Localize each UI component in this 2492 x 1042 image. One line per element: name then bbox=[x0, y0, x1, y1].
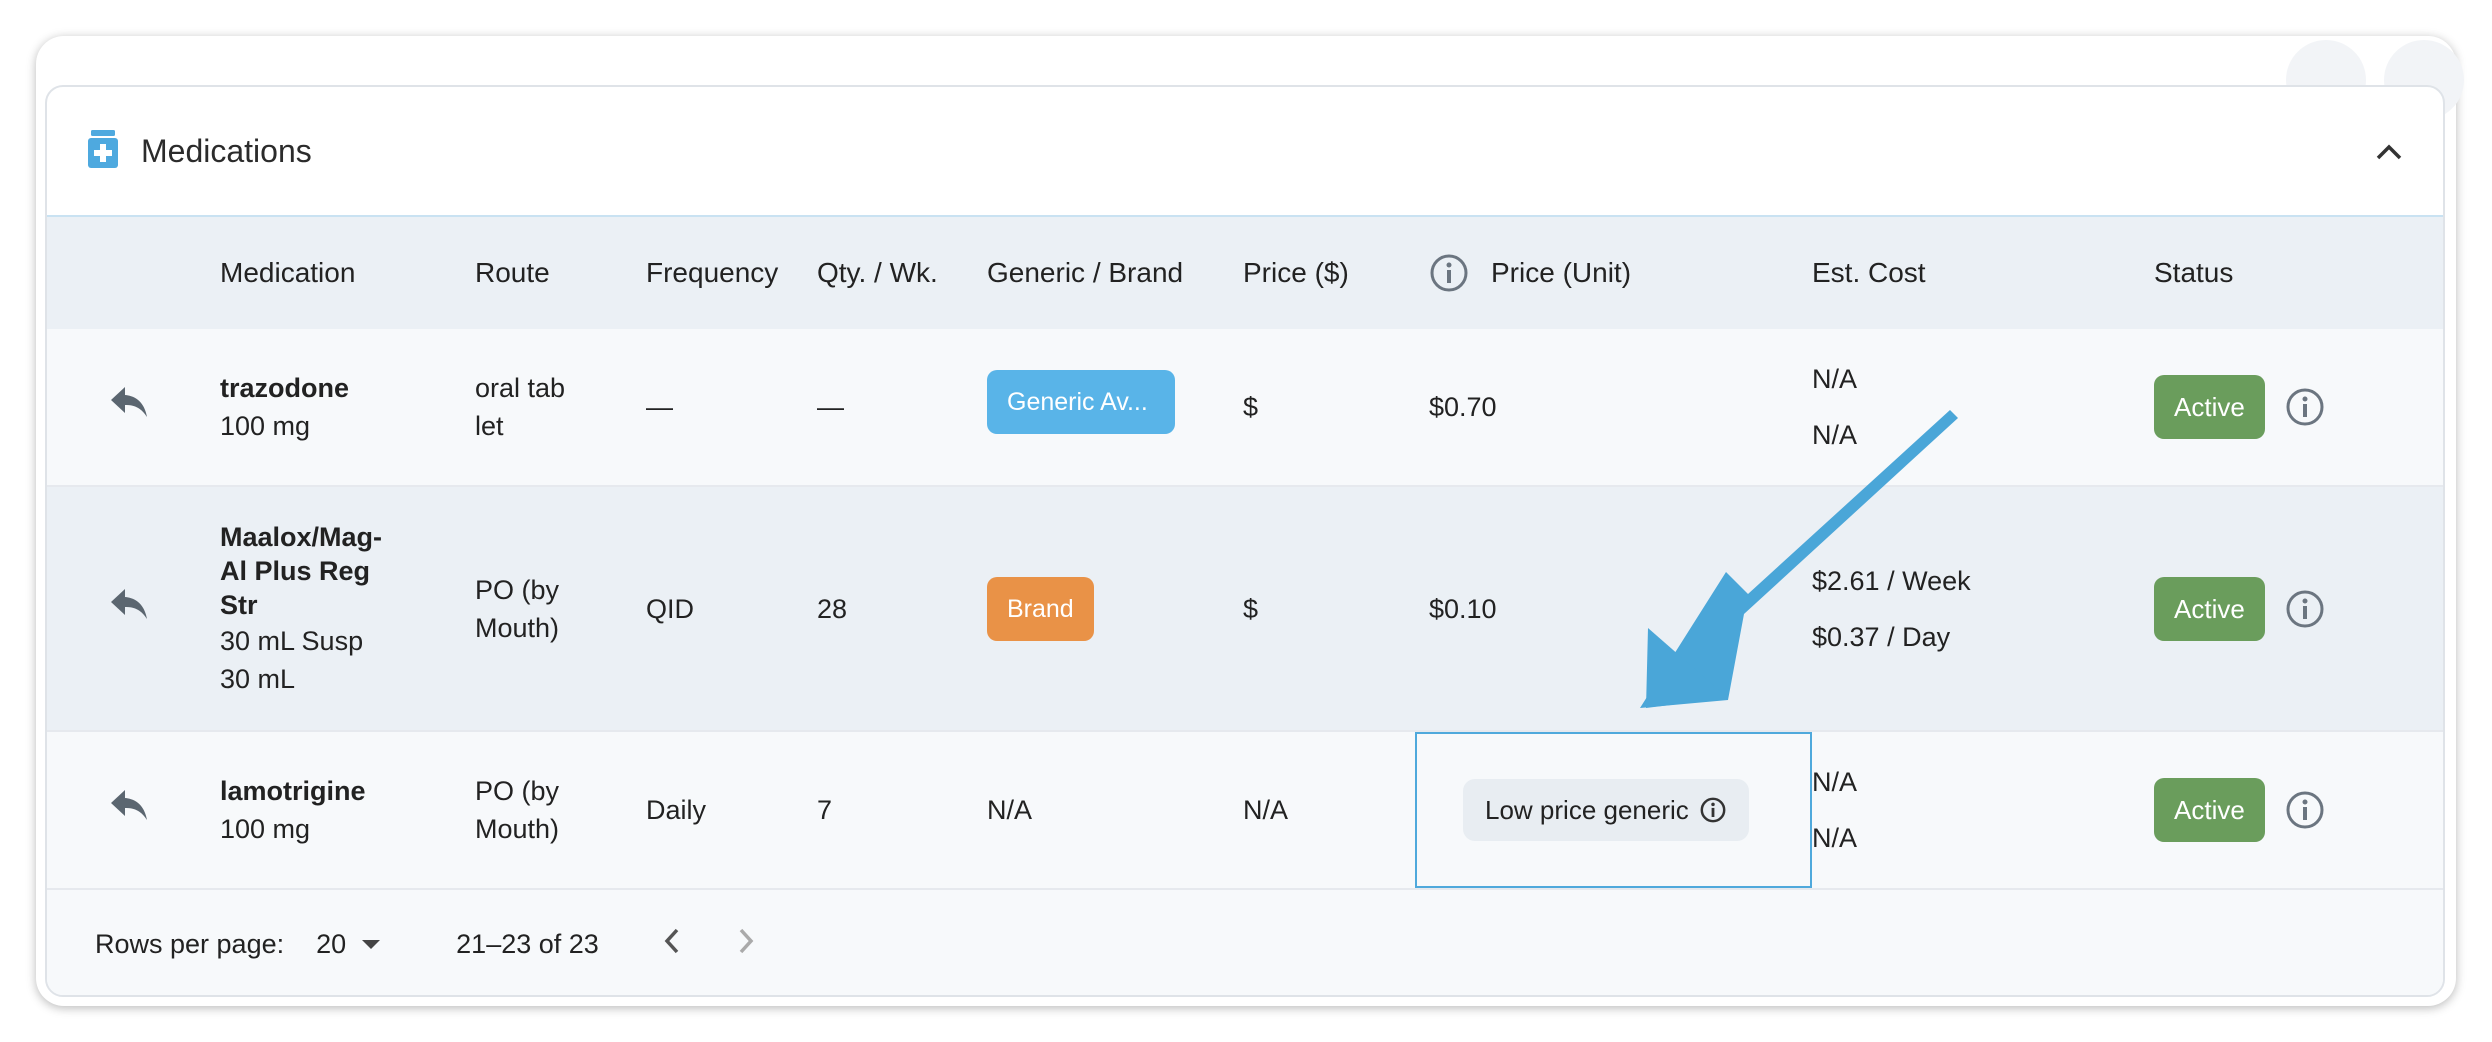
info-circle-icon bbox=[2286, 388, 2324, 426]
chevron-left-icon bbox=[664, 928, 679, 953]
medication-dose: 30 mL bbox=[220, 663, 296, 694]
medication-cell: lamotrigine 100 mg bbox=[220, 731, 475, 889]
row-info-button[interactable] bbox=[2285, 790, 2325, 830]
col-frequency[interactable]: Frequency bbox=[646, 217, 817, 329]
row-info-button[interactable] bbox=[2285, 589, 2325, 629]
price-unit-cell: $0.10 bbox=[1429, 593, 1497, 624]
collapse-button[interactable] bbox=[2369, 132, 2409, 172]
est-cost-cell: $2.61 / Week $0.37 / Day bbox=[1812, 565, 1971, 652]
status-cell: Active bbox=[2154, 329, 2443, 486]
col-qty[interactable]: Qty. / Wk. bbox=[817, 217, 987, 329]
qty-cell: 7 bbox=[817, 795, 833, 825]
card-header: Medications bbox=[47, 87, 2443, 217]
price-cell: $ bbox=[1243, 392, 1259, 422]
col-medication[interactable]: Medication bbox=[220, 217, 475, 329]
reply-arrow-icon[interactable] bbox=[109, 385, 149, 419]
medications-card: Medications Medication Route Frequency Q… bbox=[45, 85, 2445, 997]
table-row: trazodone 100 mg oral tab let — — Generi… bbox=[47, 329, 2443, 486]
low-price-generic-chip[interactable]: Low price generic bbox=[1463, 779, 1749, 841]
generic-brand-cell: Brand bbox=[987, 486, 1243, 731]
section-title: Medications bbox=[141, 132, 312, 169]
pagination-range: 21–23 of 23 bbox=[456, 928, 599, 959]
generic-brand-cell: N/A bbox=[987, 795, 1033, 825]
medications-table: Medication Route Frequency Qty. / Wk. Ge… bbox=[47, 217, 2443, 890]
est-cost-cell: N/A N/A bbox=[1812, 364, 1858, 450]
brand-badge[interactable]: Brand bbox=[987, 576, 1094, 641]
medication-dose: 100 mg bbox=[220, 411, 311, 441]
price-cell: $ bbox=[1243, 593, 1259, 624]
medication-cell: trazodone 100 mg bbox=[220, 329, 475, 486]
col-route[interactable]: Route bbox=[475, 217, 646, 329]
frequency-cell: Daily bbox=[646, 795, 707, 825]
qty-cell: 28 bbox=[817, 593, 848, 624]
col-price-unit[interactable]: Price (Unit) bbox=[1415, 217, 1812, 329]
table-row: lamotrigine 100 mg PO (by Mouth) Daily 7… bbox=[47, 731, 2443, 889]
prev-page-button[interactable] bbox=[661, 926, 683, 963]
col-price-unit-label: Price (Unit) bbox=[1491, 257, 1632, 288]
medication-dose: 100 mg bbox=[220, 814, 311, 844]
rows-per-page-select[interactable]: 20 bbox=[316, 929, 382, 960]
frequency-cell: — bbox=[646, 392, 673, 422]
caret-down-icon bbox=[362, 940, 381, 949]
col-generic-brand[interactable]: Generic / Brand bbox=[987, 217, 1243, 329]
medication-name: Maalox/Mag-Al Plus Reg Str bbox=[220, 521, 383, 620]
route-cell: PO (by Mouth) bbox=[475, 574, 560, 643]
info-circle-icon bbox=[2286, 791, 2324, 829]
est-cost-cell: N/A N/A bbox=[1812, 767, 1858, 853]
status-badge: Active bbox=[2154, 375, 2265, 439]
generic-brand-cell: Generic Av... bbox=[987, 329, 1243, 486]
medication-name: trazodone bbox=[220, 373, 350, 403]
route-cell: PO (by Mouth) bbox=[475, 776, 560, 844]
info-circle-icon bbox=[1700, 797, 1726, 823]
price-cell: N/A bbox=[1243, 795, 1289, 825]
medication-bottle-icon bbox=[87, 129, 119, 173]
info-circle-icon bbox=[2286, 590, 2324, 627]
table-header-row: Medication Route Frequency Qty. / Wk. Ge… bbox=[47, 217, 2443, 329]
table-row: Maalox/Mag-Al Plus Reg Str 30 mL Susp 30… bbox=[47, 486, 2443, 731]
qty-cell: — bbox=[817, 392, 844, 422]
status-cell: Active bbox=[2154, 486, 2443, 731]
medication-dose: 30 mL Susp bbox=[220, 625, 364, 656]
medication-name: lamotrigine bbox=[220, 776, 366, 806]
price-unit-cell: Low price generic bbox=[1415, 731, 1812, 889]
status-badge: Active bbox=[2154, 576, 2265, 641]
col-est-cost[interactable]: Est. Cost bbox=[1812, 217, 2154, 329]
col-status[interactable]: Status bbox=[2154, 217, 2443, 329]
price-unit-cell: $0.70 bbox=[1429, 392, 1497, 422]
route-cell: oral tab let bbox=[475, 373, 566, 441]
row-info-button[interactable] bbox=[2285, 387, 2325, 427]
chevron-up-icon bbox=[2376, 144, 2402, 160]
status-cell: Active bbox=[2154, 731, 2443, 889]
medication-cell: Maalox/Mag-Al Plus Reg Str 30 mL Susp 30… bbox=[220, 486, 475, 731]
frequency-cell: QID bbox=[646, 593, 695, 624]
reply-arrow-icon[interactable] bbox=[109, 587, 149, 621]
status-badge: Active bbox=[2154, 778, 2265, 842]
generic-available-badge[interactable]: Generic Av... bbox=[987, 370, 1175, 434]
rows-per-page-label: Rows per page: bbox=[95, 928, 285, 959]
info-circle-icon[interactable] bbox=[1429, 253, 1469, 293]
next-page-button[interactable] bbox=[735, 926, 757, 963]
reply-arrow-icon[interactable] bbox=[109, 788, 149, 822]
chevron-right-icon bbox=[739, 928, 754, 953]
col-price[interactable]: Price ($) bbox=[1243, 217, 1415, 329]
table-pagination: Rows per page: 20 21–23 of 23 bbox=[47, 890, 2443, 995]
